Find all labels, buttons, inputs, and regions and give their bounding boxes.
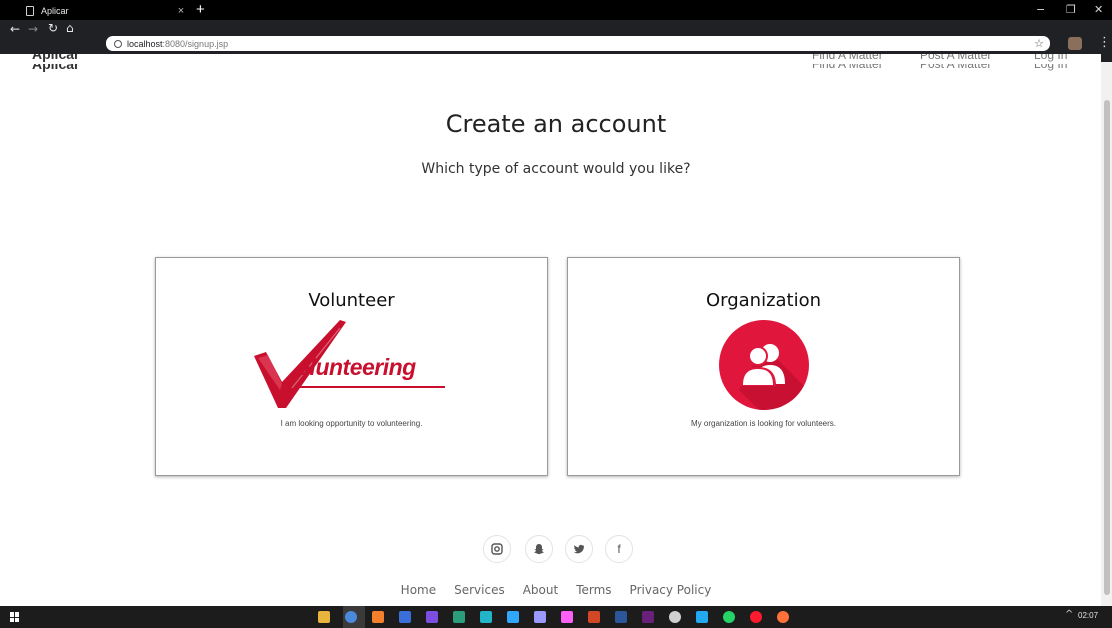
footer-link-terms[interactable]: Terms (576, 583, 611, 597)
url-path: :8080/signup.jsp (162, 38, 229, 49)
instagram-icon[interactable] (483, 535, 511, 563)
footer-link-home[interactable]: Home (401, 583, 436, 597)
facebook-icon[interactable]: f (605, 535, 633, 563)
premiere-icon[interactable] (534, 611, 546, 623)
browser-tab[interactable]: Aplicar × (12, 2, 188, 20)
organization-card[interactable]: Organization My organization is looking … (567, 257, 960, 476)
footer-link-privacy-policy[interactable]: Privacy Policy (630, 583, 712, 597)
volunteering-logo: olunteering (252, 318, 452, 408)
opera-icon[interactable] (750, 611, 762, 623)
datagrip-icon[interactable] (453, 611, 465, 623)
minimize-icon[interactable]: − (1036, 2, 1045, 18)
new-tab-button[interactable]: + (196, 1, 205, 19)
forward-button[interactable]: → (28, 22, 38, 36)
snapchat-icon[interactable] (525, 535, 553, 563)
scrollbar-thumb[interactable] (1104, 100, 1110, 595)
info-icon[interactable] (114, 39, 122, 48)
back-button[interactable]: ← (10, 22, 20, 36)
nav-buttons: ← → ↻ ⌂ (0, 21, 100, 46)
taskbar (0, 606, 1112, 628)
media-icon[interactable] (669, 611, 681, 623)
footer-link-services[interactable]: Services (454, 583, 505, 597)
nav-find-matter-visible[interactable]: Find A Matter (812, 54, 883, 62)
reload-button[interactable]: ↻ (48, 21, 58, 35)
page-title: Create an account (445, 110, 667, 138)
app-icon[interactable] (399, 611, 411, 623)
firefox-icon[interactable] (777, 611, 789, 623)
whatsapp-icon[interactable] (723, 611, 735, 623)
address-bar[interactable]: localhost:8080/signup.jsp ☆ (106, 36, 1050, 51)
menu-icon[interactable]: ⋮ (1098, 35, 1111, 51)
powerpoint-icon[interactable] (588, 611, 600, 623)
volunteering-logo-text: olunteering (296, 354, 416, 380)
organization-card-description: My organization is looking for volunteer… (691, 419, 836, 428)
nav-post-matter-visible[interactable]: Post A Matter (920, 54, 991, 62)
taskbar-clock[interactable]: 02:07 (1078, 611, 1098, 620)
footer-links: Home Services About Terms Privacy Policy (0, 583, 1112, 597)
sublime-icon[interactable] (372, 611, 384, 623)
screen: Aplicar × + − ❐ ✕ ← → ↻ ⌂ Aplicar Find A… (0, 0, 1112, 628)
tray-chevron-icon[interactable]: ^ (1065, 609, 1073, 620)
tab-title: Aplicar (41, 6, 69, 16)
page-icon (26, 6, 34, 16)
facebook-glyph: f (617, 542, 621, 556)
logo-underline (300, 386, 445, 388)
word-icon[interactable] (615, 611, 627, 623)
users-icon (719, 320, 809, 410)
page-subtitle: Which type of account would you like? (421, 161, 691, 177)
maximize-icon[interactable]: ❐ (1066, 2, 1076, 18)
file-explorer-icon[interactable] (318, 611, 330, 623)
site-header-strip: Aplicar Find A Matter Post A Matter Log … (0, 54, 1101, 64)
webstorm-icon[interactable] (480, 611, 492, 623)
home-button[interactable]: ⌂ (66, 21, 74, 35)
star-icon[interactable]: ☆ (1034, 36, 1044, 51)
volunteer-card[interactable]: Volunteer olunteering I am looking oppor… (155, 257, 548, 476)
xd-icon[interactable] (561, 611, 573, 623)
intellij-icon[interactable] (426, 611, 438, 623)
footer-link-about[interactable]: About (523, 583, 558, 597)
window-close-icon[interactable]: ✕ (1094, 2, 1103, 18)
nav-log-in-visible[interactable]: Log In (1034, 54, 1067, 62)
vscode-icon[interactable] (696, 611, 708, 623)
chrome-icon[interactable] (345, 611, 357, 623)
twitter-icon[interactable] (565, 535, 593, 563)
organization-card-title: Organization (705, 290, 822, 311)
volunteer-card-description: I am looking opportunity to volunteering… (280, 419, 423, 428)
close-tab-icon[interactable]: × (174, 5, 188, 17)
volunteer-card-title: Volunteer (308, 290, 395, 311)
site-brand-visible[interactable]: Aplicar (32, 54, 79, 62)
url-host: localhost (127, 38, 163, 49)
visual-studio-icon[interactable] (642, 611, 654, 623)
browser-tab-bar: Aplicar × + − ❐ ✕ (0, 0, 1112, 20)
profile-avatar[interactable] (1068, 37, 1082, 50)
windows-start-icon[interactable] (10, 612, 20, 622)
photoshop-icon[interactable] (507, 611, 519, 623)
